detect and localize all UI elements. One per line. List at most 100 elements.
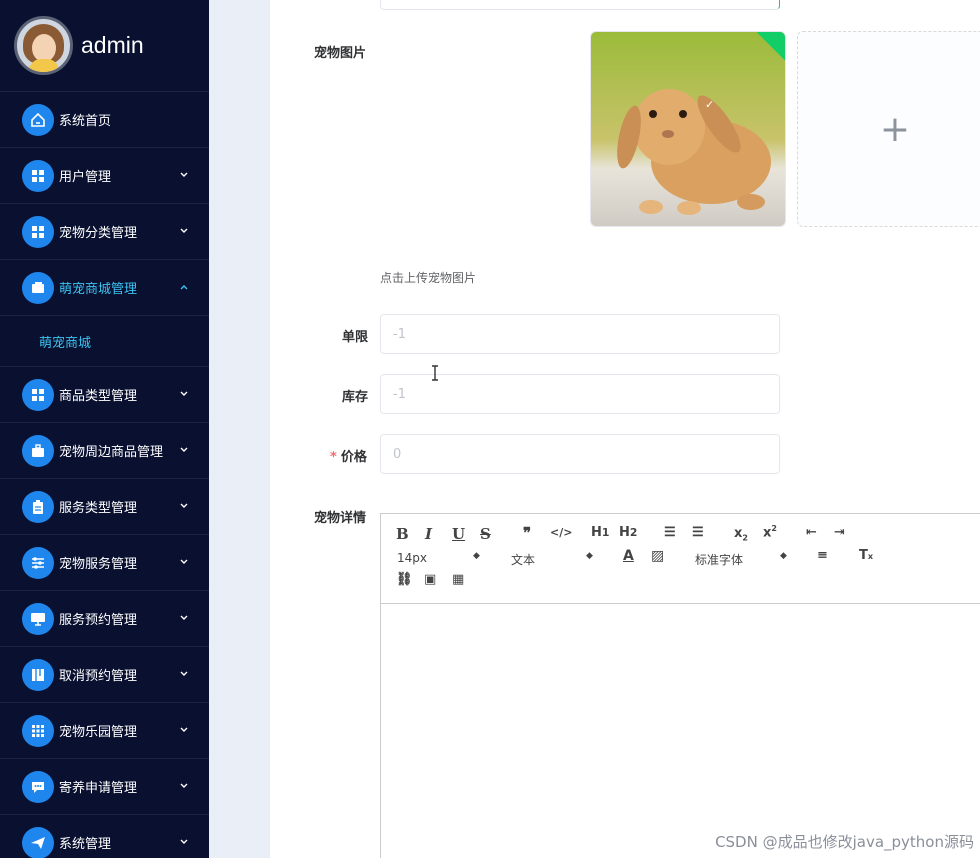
heading1-icon[interactable]: H1	[591, 525, 609, 540]
book-icon	[22, 658, 54, 691]
font-size-arrow-icon: ◆	[473, 551, 480, 561]
sidebar-item-1[interactable]: 用户管理	[0, 148, 209, 204]
avatar[interactable]	[14, 16, 73, 75]
link-icon[interactable]: ⛓	[396, 572, 413, 587]
bold-icon[interactable]: B	[396, 525, 409, 543]
blockquote-icon[interactable]: ❞	[523, 524, 531, 542]
main-form: 宠物图片 ✓ + 点击上传宠物图片 单限 -1 库存 -1 * 价格 0 宠物详…	[270, 0, 980, 858]
previous-field-input[interactable]	[380, 0, 780, 10]
image-upload-button[interactable]: +	[797, 31, 980, 227]
indent-icon[interactable]: ⇥	[834, 525, 845, 540]
italic-icon[interactable]: I	[425, 525, 432, 543]
sidebar-item-5[interactable]: 宠物周边商品管理	[0, 423, 209, 479]
header-arrow-icon: ◆	[586, 551, 593, 561]
underline-icon[interactable]: U	[452, 525, 465, 543]
grid-icon	[22, 159, 54, 192]
sidebar-menu: 系统首页用户管理宠物分类管理 萌宠商城管理萌宠商城 商品类型管理宠物周边商品管理 服务…	[0, 92, 209, 858]
sidebar-item-label: 宠物分类管理	[59, 226, 138, 241]
rich-text-editor: B I U S ❞ </> H1 H2 ☰ ☰ x2 x2 ⇤ ⇥ 14px ◆…	[380, 513, 980, 858]
sidebar-item-10[interactable]: 宠物乐园管理	[0, 703, 209, 759]
briefcase-icon	[22, 434, 54, 467]
pet-image-label: 宠物图片	[314, 46, 367, 61]
sidebar-item-label: 服务类型管理	[59, 501, 138, 516]
code-block-icon[interactable]: </>	[550, 526, 572, 539]
strikethrough-icon[interactable]: S	[480, 525, 491, 543]
chevron-down-icon	[180, 783, 188, 788]
font-color-icon[interactable]: A	[623, 548, 634, 564]
font-family-arrow-icon: ◆	[780, 551, 787, 561]
required-asterisk: *	[330, 450, 337, 465]
pet-image-thumbnail[interactable]: ✓	[590, 31, 786, 227]
plus-icon: +	[879, 108, 911, 150]
content-gutter	[209, 0, 270, 858]
font-size-select[interactable]: 14px	[397, 551, 427, 565]
image-icon[interactable]: ▣	[424, 572, 436, 587]
chevron-down-icon	[180, 559, 188, 564]
limit-input[interactable]: -1	[380, 314, 780, 354]
heading2-icon[interactable]: H2	[619, 525, 637, 540]
chevron-down-icon	[180, 727, 188, 732]
sidebar-item-6[interactable]: 服务类型管理	[0, 479, 209, 535]
superscript-icon[interactable]: x2	[763, 524, 777, 540]
sidebar-item-2[interactable]: 宠物分类管理	[0, 204, 209, 260]
sidebar-item-label: 用户管理	[59, 170, 112, 185]
chevron-up-icon	[180, 285, 188, 290]
wallet-icon	[22, 271, 54, 304]
chat-icon	[22, 770, 54, 803]
sidebar-item-9[interactable]: 取消预约管理	[0, 647, 209, 703]
price-label: * 价格	[330, 450, 367, 465]
stock-label: 库存	[342, 390, 369, 405]
sidebar-item-3[interactable]: 萌宠商城管理	[0, 260, 209, 316]
grid-icon	[22, 378, 54, 411]
monitor-icon	[22, 602, 54, 635]
header-select[interactable]: 文本	[511, 551, 535, 568]
sidebar-item-label: 萌宠商城管理	[59, 282, 138, 297]
align-icon[interactable]: ≡	[817, 548, 828, 563]
subscript-icon[interactable]: x2	[734, 526, 748, 543]
grid-icon	[22, 215, 54, 248]
clear-format-icon[interactable]: Tx	[859, 548, 873, 563]
upload-tip: 点击上传宠物图片	[380, 271, 477, 285]
editor-content-area[interactable]	[381, 604, 980, 858]
apps-icon	[22, 714, 54, 747]
sidebar-item-12[interactable]: 系统管理	[0, 815, 209, 858]
home-icon	[22, 103, 54, 136]
clipboard-icon	[22, 490, 54, 523]
details-label: 宠物详情	[314, 511, 367, 526]
ordered-list-icon[interactable]: ☰	[664, 525, 676, 540]
video-icon[interactable]: ▦	[452, 572, 464, 587]
text-cursor-icon	[432, 365, 438, 381]
price-input[interactable]: 0	[380, 434, 780, 474]
sidebar-item-8[interactable]: 服务预约管理	[0, 591, 209, 647]
chevron-down-icon	[180, 503, 188, 508]
sliders-icon	[22, 546, 54, 579]
sidebar-item-label: 寄养申请管理	[59, 781, 138, 796]
sidebar-item-label: 宠物周边商品管理	[59, 445, 164, 460]
chevron-down-icon	[180, 228, 188, 233]
sidebar: admin 系统首页用户管理宠物分类管理 萌宠商城管理萌宠商城 商品类型管理宠物周边…	[0, 0, 209, 858]
sidebar-item-label: 系统管理	[59, 837, 112, 852]
stock-input[interactable]: -1	[380, 374, 780, 414]
submenu-item-pet-mall[interactable]: 萌宠商城	[0, 316, 209, 367]
sidebar-header: admin	[0, 0, 209, 92]
sidebar-item-label: 宠物服务管理	[59, 557, 138, 572]
bullet-list-icon[interactable]: ☰	[692, 525, 704, 540]
limit-label: 单限	[342, 330, 369, 345]
chevron-down-icon	[180, 839, 188, 844]
rabbit-image	[591, 32, 785, 226]
sidebar-item-0[interactable]: 系统首页	[0, 92, 209, 148]
chevron-down-icon	[180, 447, 188, 452]
background-color-icon[interactable]: ▨	[651, 548, 664, 564]
sidebar-item-label: 宠物乐园管理	[59, 725, 138, 740]
chevron-down-icon	[180, 172, 188, 177]
send-icon	[22, 826, 54, 858]
outdent-icon[interactable]: ⇤	[806, 525, 817, 540]
sidebar-item-4[interactable]: 商品类型管理	[0, 367, 209, 423]
sidebar-item-7[interactable]: 宠物服务管理	[0, 535, 209, 591]
sidebar-item-label: 服务预约管理	[59, 613, 138, 628]
sidebar-item-11[interactable]: 寄养申请管理	[0, 759, 209, 815]
username: admin	[81, 32, 144, 58]
check-icon: ✓	[705, 98, 715, 111]
editor-toolbar: B I U S ❞ </> H1 H2 ☰ ☰ x2 x2 ⇤ ⇥ 14px ◆…	[381, 514, 980, 604]
font-family-select[interactable]: 标准字体	[695, 551, 743, 568]
